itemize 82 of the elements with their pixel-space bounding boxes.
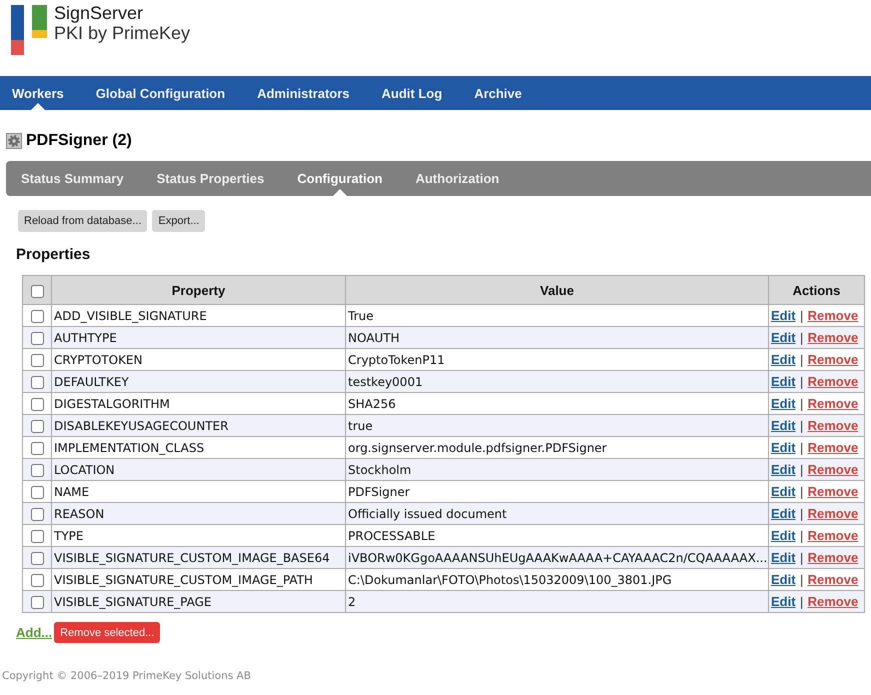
remove-link[interactable]: Remove bbox=[808, 572, 858, 587]
row-checkbox[interactable] bbox=[30, 398, 44, 411]
action-separator: | bbox=[800, 529, 804, 543]
action-separator: | bbox=[800, 463, 804, 477]
remove-link[interactable]: Remove bbox=[808, 374, 858, 389]
remove-link[interactable]: Remove bbox=[808, 330, 858, 345]
gear-icon bbox=[6, 133, 22, 149]
nav-tab[interactable]: Archive bbox=[462, 76, 534, 110]
edit-link[interactable]: Edit bbox=[771, 374, 796, 389]
row-checkbox[interactable] bbox=[30, 354, 44, 367]
nav-tab[interactable]: Global Configuration bbox=[84, 76, 238, 110]
row-checkbox[interactable] bbox=[30, 552, 44, 565]
edit-link[interactable]: Edit bbox=[771, 484, 796, 499]
remove-link[interactable]: Remove bbox=[808, 594, 858, 609]
edit-link[interactable]: Edit bbox=[771, 462, 796, 477]
action-separator: | bbox=[800, 507, 804, 521]
action-separator: | bbox=[800, 375, 804, 389]
remove-link[interactable]: Remove bbox=[808, 484, 858, 499]
row-checkbox[interactable] bbox=[30, 420, 44, 433]
remove-link[interactable]: Remove bbox=[808, 528, 858, 543]
action-separator: | bbox=[800, 419, 804, 433]
remove-link[interactable]: Remove bbox=[808, 352, 858, 367]
column-header: Actions bbox=[768, 276, 864, 304]
edit-link[interactable]: Edit bbox=[771, 330, 796, 345]
row-checkbox[interactable] bbox=[30, 464, 44, 477]
action-separator: | bbox=[800, 485, 804, 499]
column-header: Value bbox=[346, 276, 768, 304]
action-separator: | bbox=[800, 309, 804, 323]
row-checkbox[interactable] bbox=[30, 442, 44, 455]
action-separator: | bbox=[800, 353, 804, 367]
row-checkbox[interactable] bbox=[30, 508, 44, 521]
column-header: Property bbox=[52, 276, 346, 304]
edit-link[interactable]: Edit bbox=[771, 572, 796, 587]
edit-link[interactable]: Edit bbox=[771, 418, 796, 433]
value-cell: 2 bbox=[346, 590, 768, 612]
add-link[interactable]: Add... bbox=[16, 625, 52, 640]
edit-link[interactable]: Edit bbox=[771, 594, 796, 609]
row-checkbox[interactable] bbox=[30, 530, 44, 543]
row-checkbox[interactable] bbox=[30, 486, 44, 499]
row-checkbox[interactable] bbox=[30, 574, 44, 587]
row-checkbox[interactable] bbox=[30, 332, 44, 345]
tab[interactable]: Authorization bbox=[403, 161, 512, 196]
toolbar-button[interactable]: Reload from database... bbox=[18, 210, 148, 232]
select-all-checkbox[interactable] bbox=[30, 284, 44, 298]
remove-link[interactable]: Remove bbox=[808, 418, 858, 433]
action-separator: | bbox=[800, 331, 804, 345]
edit-link[interactable]: Edit bbox=[771, 352, 796, 367]
row-checkbox[interactable] bbox=[30, 596, 44, 609]
brand-tagline: PKI by PrimeKey bbox=[54, 24, 190, 43]
nav-tab[interactable]: Workers bbox=[0, 76, 76, 110]
edit-link[interactable]: Edit bbox=[771, 396, 796, 411]
toolbar-button[interactable]: Export... bbox=[152, 210, 206, 232]
remove-selected-button[interactable]: Remove selected... bbox=[54, 622, 160, 643]
brand-name: SignServer bbox=[54, 4, 144, 23]
row-checkbox[interactable] bbox=[30, 310, 44, 323]
edit-link[interactable]: Edit bbox=[771, 528, 796, 543]
action-separator: | bbox=[800, 441, 804, 455]
page-title: PDFSigner (2) bbox=[26, 132, 132, 150]
copyright-text: Copyright © 2006–2019 PrimeKey Solutions AB bbox=[2, 670, 251, 682]
nav-tab[interactable]: Audit Log bbox=[370, 76, 454, 110]
property-cell: VISIBLE_SIGNATURE_PAGE bbox=[52, 590, 346, 612]
edit-link[interactable]: Edit bbox=[771, 308, 796, 323]
tab[interactable]: Status Summary bbox=[9, 161, 136, 196]
row-checkbox[interactable] bbox=[30, 376, 44, 389]
nav-tab[interactable]: Administrators bbox=[245, 76, 362, 110]
remove-link[interactable]: Remove bbox=[808, 308, 858, 323]
action-separator: | bbox=[800, 397, 804, 411]
section-title: Properties bbox=[16, 247, 90, 263]
remove-link[interactable]: Remove bbox=[808, 462, 858, 477]
tab[interactable]: Configuration bbox=[285, 161, 394, 196]
remove-link[interactable]: Remove bbox=[808, 506, 858, 521]
edit-link[interactable]: Edit bbox=[771, 440, 796, 455]
remove-link[interactable]: Remove bbox=[808, 550, 858, 565]
remove-link[interactable]: Remove bbox=[808, 396, 858, 411]
action-separator: | bbox=[800, 551, 804, 565]
remove-link[interactable]: Remove bbox=[808, 440, 858, 455]
tab[interactable]: Status Properties bbox=[144, 161, 276, 196]
action-separator: | bbox=[800, 573, 804, 587]
edit-link[interactable]: Edit bbox=[771, 550, 796, 565]
logo-icon bbox=[11, 5, 47, 55]
action-separator: | bbox=[800, 595, 804, 609]
edit-link[interactable]: Edit bbox=[771, 506, 796, 521]
